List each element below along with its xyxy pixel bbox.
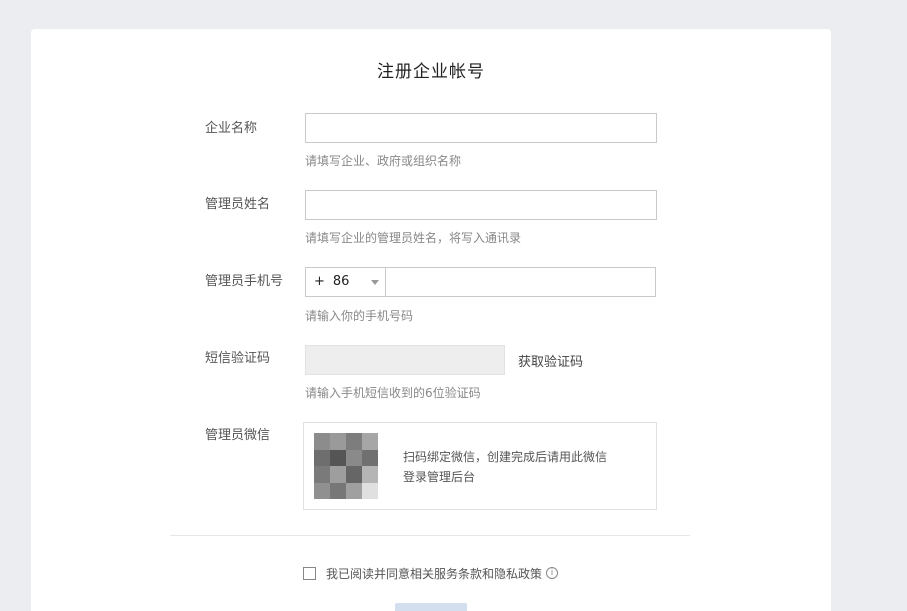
admin-phone-label: 管理员手机号 bbox=[205, 274, 284, 289]
qr-code-icon[interactable] bbox=[314, 433, 378, 499]
submit-button[interactable] bbox=[395, 603, 467, 611]
company-name-label: 企业名称 bbox=[205, 121, 258, 136]
form-divider bbox=[170, 535, 690, 536]
country-code-select[interactable]: +86 bbox=[306, 268, 386, 296]
sms-code-hint: 请输入手机短信收到的6位验证码 bbox=[305, 386, 481, 400]
admin-phone-hint: 请输入你的手机号码 bbox=[305, 309, 414, 323]
qr-instruction-line-1: 扫码绑定微信，创建完成后请用此微信 bbox=[403, 450, 608, 464]
page-title: 注册企业帐号 bbox=[377, 62, 485, 82]
wechat-qr-box: 扫码绑定微信，创建完成后请用此微信 登录管理后台 bbox=[303, 422, 657, 510]
sms-code-label: 短信验证码 bbox=[205, 351, 271, 366]
admin-name-label: 管理员姓名 bbox=[205, 197, 271, 212]
agreement-row: 我已阅读并同意相关服务条款和隐私政策 i bbox=[303, 565, 559, 582]
info-icon[interactable]: i bbox=[546, 567, 559, 579]
company-name-input[interactable] bbox=[305, 113, 657, 143]
sms-code-input[interactable] bbox=[305, 345, 505, 375]
admin-wechat-label: 管理员微信 bbox=[205, 428, 271, 443]
wechat-qr-instructions: 扫码绑定微信，创建完成后请用此微信 登录管理后台 bbox=[403, 447, 607, 487]
admin-phone-input[interactable] bbox=[387, 268, 655, 296]
admin-name-hint: 请填写企业的管理员姓名，将写入通讯录 bbox=[305, 231, 522, 245]
agreement-checkbox[interactable] bbox=[303, 566, 316, 580]
company-name-hint: 请填写企业、政府或组织名称 bbox=[305, 154, 462, 168]
admin-phone-field: +86 bbox=[305, 267, 656, 297]
register-card: 注册企业帐号 企业名称 请填写企业、政府或组织名称 管理员姓名 请填写企业的管理… bbox=[31, 29, 831, 611]
admin-name-input[interactable] bbox=[305, 190, 657, 220]
chevron-down-icon bbox=[371, 280, 379, 285]
agreement-text[interactable]: 我已阅读并同意相关服务条款和隐私政策 bbox=[326, 565, 542, 582]
get-sms-code-button[interactable]: 获取验证码 bbox=[518, 351, 583, 370]
country-code-plus: + bbox=[314, 274, 325, 289]
country-code-value: 86 bbox=[332, 274, 350, 289]
qr-instruction-line-2: 登录管理后台 bbox=[403, 470, 476, 484]
